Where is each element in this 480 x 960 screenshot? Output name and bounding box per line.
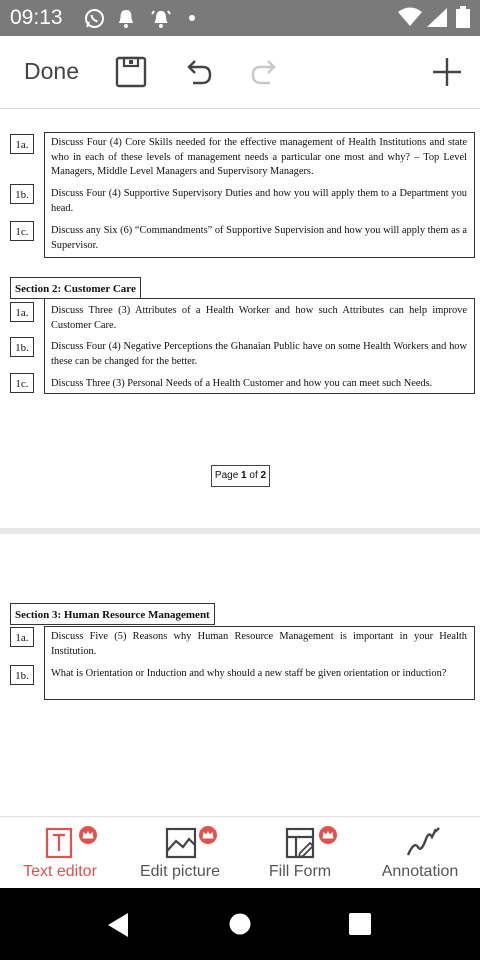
status-bar: 09:13 — [0, 0, 480, 36]
question-text: Discuss Four (4) Supportive Supervisory … — [51, 188, 467, 214]
question-text: Discuss any Six (6) “Commandments” of Su… — [51, 225, 467, 251]
add-icon[interactable] — [432, 57, 462, 87]
navigation-bar — [0, 888, 480, 960]
document-view[interactable]: 1a. Discuss Four (4) Core Skills needed … — [0, 109, 480, 816]
done-button[interactable]: Done — [24, 58, 79, 85]
annotation-icon — [406, 827, 440, 856]
home-icon[interactable] — [229, 913, 251, 935]
annotation-tool[interactable]: Annotation — [360, 817, 480, 889]
section-title: Section 2: Customer Care — [10, 277, 141, 299]
question-text: Discuss Four (4) Core Skills needed for … — [51, 137, 467, 177]
battery-icon — [456, 6, 470, 28]
question-text: Discuss Five (5) Reasons why Human Resou… — [51, 631, 467, 657]
question-number: 1b. — [10, 184, 34, 204]
status-time: 09:13 — [10, 6, 63, 29]
whatsapp-icon — [85, 9, 104, 28]
text-editor-tool[interactable]: Text editor — [0, 817, 120, 889]
page-separator — [0, 528, 480, 534]
text-editor-icon — [45, 826, 97, 859]
edit-picture-tool[interactable]: Edit picture — [120, 817, 240, 889]
tool-label: Edit picture — [139, 863, 221, 880]
question-number: 1a. — [10, 302, 34, 322]
alarm-icon — [151, 10, 171, 28]
section-title: Section 3: Human Resource Management — [10, 603, 215, 625]
dot-icon — [189, 15, 195, 21]
signal-icon — [427, 8, 447, 27]
question-number: 1a. — [10, 627, 34, 647]
back-icon[interactable] — [106, 912, 130, 938]
bell-icon — [119, 10, 133, 28]
question-number: 1b. — [10, 665, 34, 685]
question-text: Discuss Three (3) Attributes of a Health… — [51, 305, 467, 331]
question-text: What is Orientation or Induction and why… — [51, 668, 447, 679]
wifi-icon — [398, 7, 422, 26]
question-text: Discuss Four (4) Negative Perceptions th… — [51, 341, 467, 367]
edit-picture-icon — [165, 826, 217, 859]
tool-label: Annotation — [381, 863, 459, 880]
redo-icon[interactable] — [250, 57, 280, 87]
tool-label: Fill Form — [268, 863, 332, 880]
page-indicator: Page 1 of 2 — [211, 465, 270, 487]
recents-icon[interactable] — [349, 913, 371, 935]
question-text: Discuss Three (3) Personal Needs of a He… — [51, 378, 433, 389]
question-number: 1a. — [10, 134, 34, 154]
fill-form-tool[interactable]: Fill Form — [240, 817, 360, 889]
fill-form-icon — [285, 826, 337, 859]
save-icon[interactable] — [115, 56, 147, 88]
bottom-toolbar: Text editor Edit picture Fill Form Annot… — [0, 816, 480, 889]
question-number: 1c. — [10, 221, 34, 241]
undo-icon[interactable] — [183, 57, 213, 87]
editor-toolbar: Done — [0, 36, 480, 109]
question-number: 1c. — [10, 373, 34, 393]
tool-label: Text editor — [23, 863, 97, 880]
question-number: 1b. — [10, 337, 34, 357]
